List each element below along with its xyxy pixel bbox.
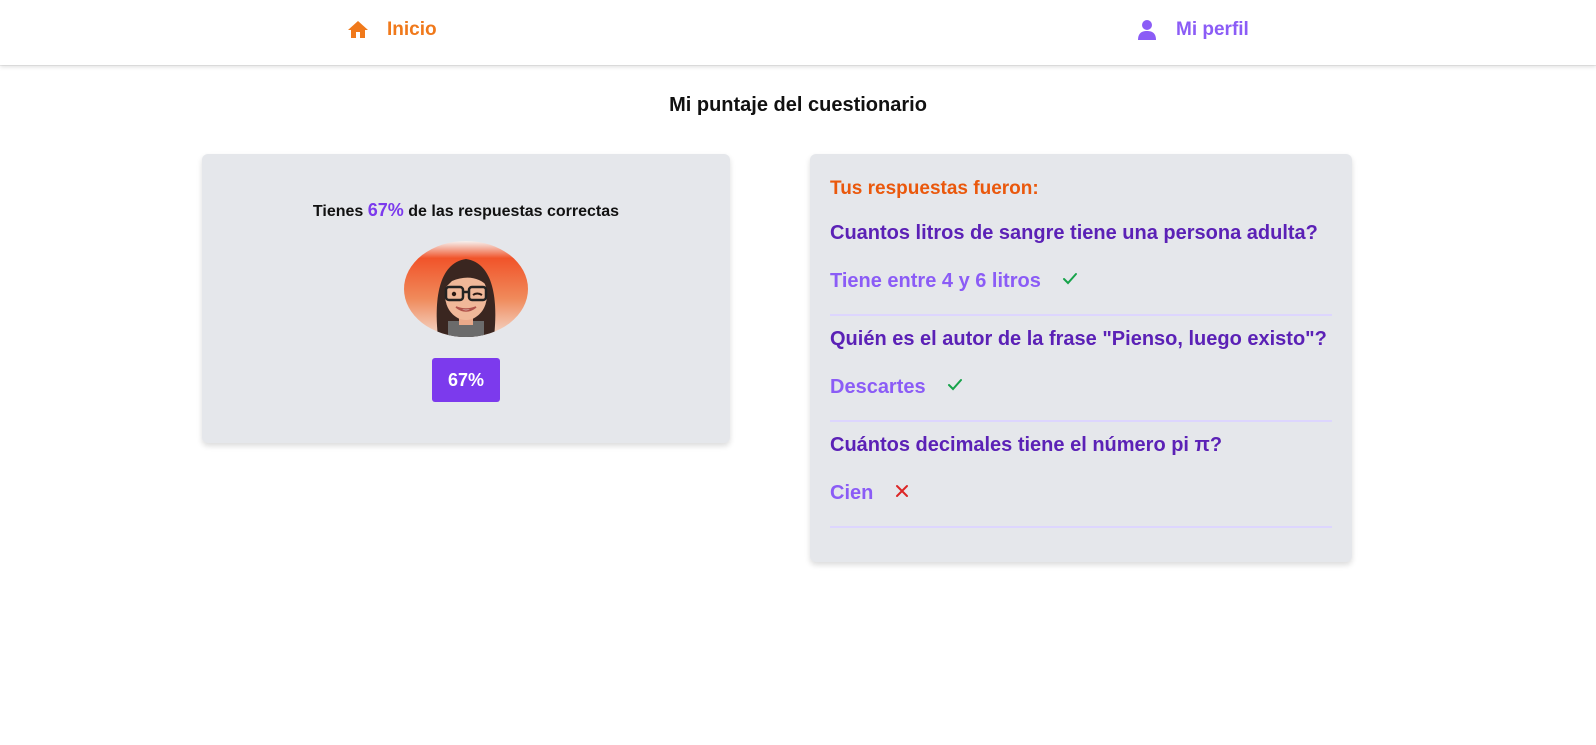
answer-item: Cuántos decimales tiene el número pi π? … xyxy=(830,422,1332,528)
check-icon xyxy=(1061,270,1079,288)
score-suffix: de las respuestas correctas xyxy=(408,203,620,220)
answer-text: Descartes xyxy=(830,376,926,398)
answer-item: Cuantos litros de sangre tiene una perso… xyxy=(830,210,1332,316)
nav-profile-link[interactable]: Mi perfil xyxy=(1135,18,1249,42)
answer-text: Cien xyxy=(830,482,874,504)
answer-item: Quién es el autor de la frase "Pienso, l… xyxy=(830,316,1332,422)
answers-heading: Tus respuestas fueron: xyxy=(830,178,1039,199)
score-summary: Tienes 67% de las respuestas correctas xyxy=(202,200,730,221)
answer-row: Cien xyxy=(830,482,911,505)
score-badge: 67% xyxy=(432,358,500,402)
score-card: Tienes 67% de las respuestas correctas 6… xyxy=(202,154,730,443)
score-percent-text: 67% xyxy=(367,200,404,220)
user-icon xyxy=(1135,18,1159,42)
answer-text: Tiene entre 4 y 6 litros xyxy=(830,270,1041,292)
check-icon xyxy=(946,376,964,394)
answers-card: Tus respuestas fueron: Cuantos litros de… xyxy=(810,154,1352,562)
question-text: Cuántos decimales tiene el número pi π? xyxy=(830,434,1223,456)
avatar xyxy=(404,241,528,337)
top-navbar: Inicio Mi perfil xyxy=(0,0,1596,65)
score-prefix: Tienes xyxy=(312,203,364,220)
nav-home-link[interactable]: Inicio xyxy=(346,18,437,42)
question-text: Quién es el autor de la frase "Pienso, l… xyxy=(830,328,1327,350)
answer-row: Descartes xyxy=(830,376,964,399)
home-icon xyxy=(346,18,370,42)
nav-home-label: Inicio xyxy=(387,19,437,40)
nav-profile-label: Mi perfil xyxy=(1176,19,1249,40)
x-icon xyxy=(893,482,911,500)
page-title: Mi puntaje del cuestionario xyxy=(669,94,927,116)
question-text: Cuantos litros de sangre tiene una perso… xyxy=(830,222,1318,244)
answer-row: Tiene entre 4 y 6 litros xyxy=(830,270,1079,293)
